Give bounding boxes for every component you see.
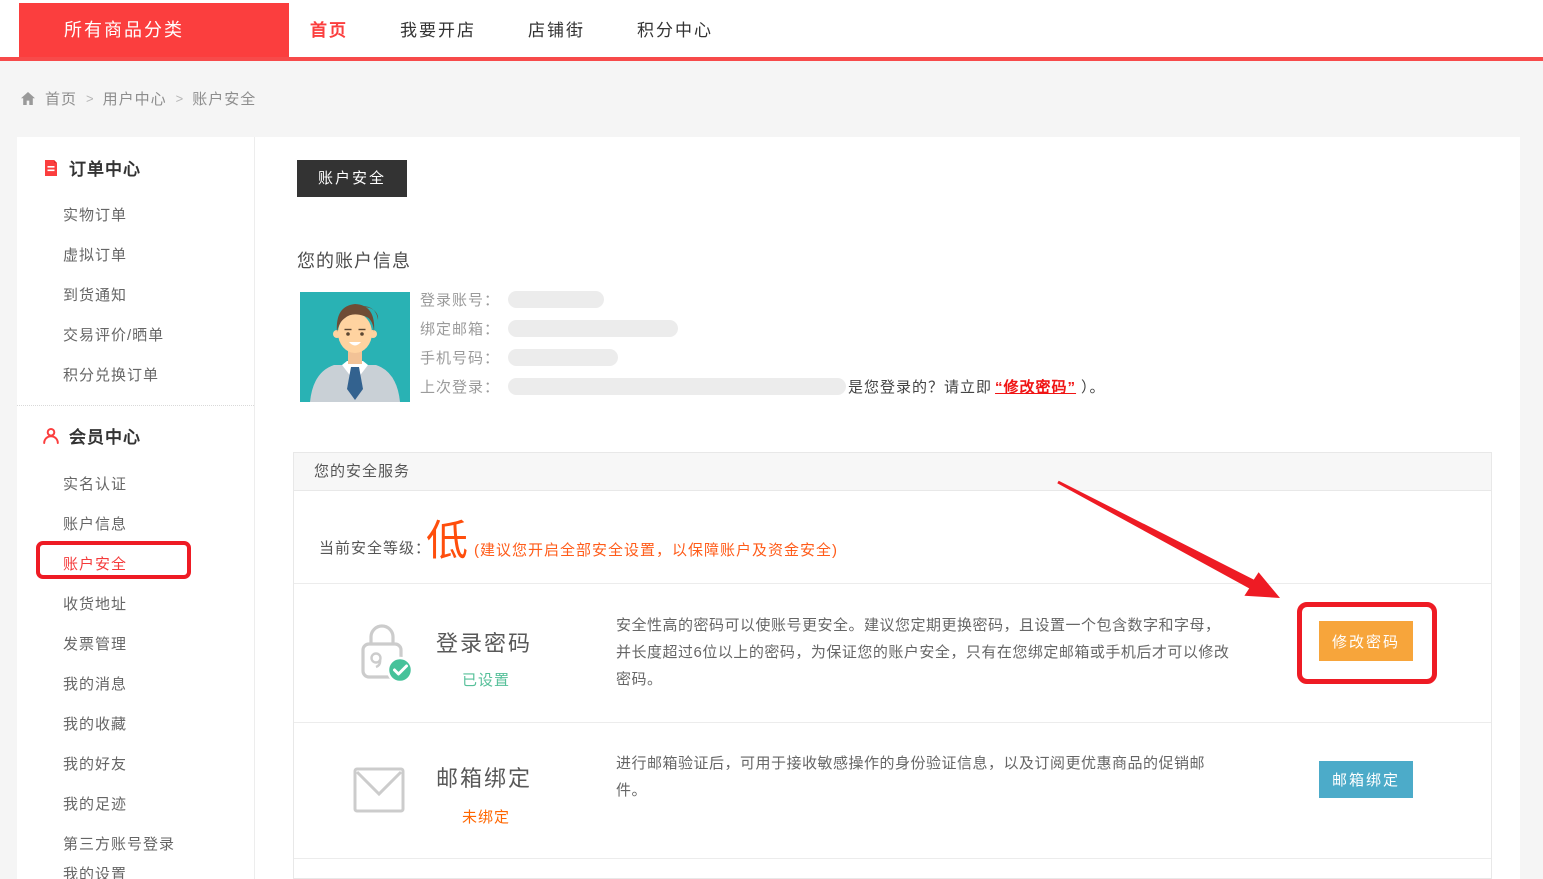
order-document-icon bbox=[42, 159, 60, 177]
sidebar-item-account-security[interactable]: 账户安全 bbox=[63, 553, 127, 574]
account-info-heading: 您的账户信息 bbox=[297, 247, 411, 273]
sidebar-item-account-info[interactable]: 账户信息 bbox=[63, 513, 127, 534]
all-categories-button[interactable]: 所有商品分类 bbox=[19, 3, 289, 57]
sidebar: 订单中心 实物订单 虚拟订单 到货通知 交易评价/晒单 积分兑换订单 会员中心 … bbox=[17, 137, 255, 879]
sidebar-group-title: 会员中心 bbox=[69, 423, 141, 448]
last-login-note: 是您登录的？请立即 bbox=[848, 376, 992, 397]
security-level-note: (建议您开启全部安全设置，以保障账户及资金安全) bbox=[474, 539, 838, 560]
breadcrumb-user-center[interactable]: 用户中心 bbox=[103, 88, 167, 109]
breadcrumb-home[interactable]: 首页 bbox=[45, 88, 77, 109]
main-nav: 首页 我要开店 店铺街 积分中心 bbox=[310, 0, 713, 57]
sidebar-item-arrival-notice[interactable]: 到货通知 bbox=[63, 284, 127, 305]
sidebar-item-my-friends[interactable]: 我的好友 bbox=[63, 753, 127, 774]
field-label: 手机号码： bbox=[420, 347, 500, 368]
breadcrumb-separator: > bbox=[86, 91, 94, 106]
field-last-login: 上次登录： 是您登录的？请立即 “修改密码” ）。 bbox=[420, 377, 1106, 395]
email-binding-description: 进行邮箱验证后，可用于接收敏感操作的身份验证信息，以及订阅更优惠商品的促销邮件。 bbox=[616, 750, 1234, 804]
field-mobile-number: 手机号码： bbox=[420, 348, 1106, 366]
masked-value bbox=[508, 320, 678, 337]
top-navbar: 所有商品分类 首页 我要开店 店铺街 积分中心 bbox=[0, 0, 1543, 61]
field-label: 绑定邮箱： bbox=[420, 318, 500, 339]
sidebar-group-order-center: 订单中心 bbox=[42, 155, 141, 180]
sidebar-item-cutoff[interactable]: 我的设置 bbox=[63, 863, 127, 879]
change-password-link[interactable]: “修改密码” bbox=[995, 376, 1076, 397]
sidebar-item-shipping-address[interactable]: 收货地址 bbox=[63, 593, 127, 614]
sidebar-item-physical-orders[interactable]: 实物订单 bbox=[63, 204, 127, 225]
member-person-icon bbox=[42, 427, 60, 445]
login-password-row: 登录密码 已设置 安全性高的密码可以使账号更安全。建议您定期更换密码，且设置一个… bbox=[294, 584, 1491, 723]
masked-value bbox=[508, 291, 604, 308]
sidebar-item-virtual-orders[interactable]: 虚拟订单 bbox=[63, 244, 127, 265]
sidebar-item-invoice-mgmt[interactable]: 发票管理 bbox=[63, 633, 127, 654]
breadcrumb-account-security[interactable]: 账户安全 bbox=[192, 88, 256, 109]
email-binding-title: 邮箱绑定 bbox=[436, 761, 536, 793]
house-icon bbox=[20, 91, 36, 106]
avatar bbox=[300, 292, 410, 402]
nav-points-center[interactable]: 积分中心 bbox=[637, 16, 713, 41]
sidebar-item-realname-auth[interactable]: 实名认证 bbox=[63, 473, 127, 494]
security-level-label: 当前安全等级： bbox=[319, 537, 431, 558]
sidebar-group-title: 订单中心 bbox=[69, 155, 141, 180]
security-level-value: 低 bbox=[426, 507, 468, 568]
sidebar-group-member-center: 会员中心 bbox=[42, 423, 141, 448]
change-password-button[interactable]: 修改密码 bbox=[1319, 621, 1413, 661]
lock-check-icon bbox=[356, 617, 416, 692]
sidebar-item-thirdparty-login[interactable]: 第三方账号登录 bbox=[63, 833, 175, 854]
masked-value bbox=[508, 378, 846, 395]
sidebar-item-my-favorites[interactable]: 我的收藏 bbox=[63, 713, 127, 734]
field-label: 上次登录： bbox=[420, 376, 500, 397]
account-security-page: 所有商品分类 首页 我要开店 店铺街 积分中心 首页 > 用户中心 > 账户安全… bbox=[0, 0, 1543, 879]
last-login-note-suffix: ）。 bbox=[1081, 376, 1106, 397]
sidebar-item-my-footprints[interactable]: 我的足迹 bbox=[63, 793, 127, 814]
sidebar-item-my-messages[interactable]: 我的消息 bbox=[63, 673, 127, 694]
login-password-description: 安全性高的密码可以使账号更安全。建议您定期更换密码，且设置一个包含数字和字母，并… bbox=[616, 612, 1234, 693]
masked-value bbox=[508, 349, 618, 366]
page-tab-account-security: 账户安全 bbox=[297, 160, 407, 197]
sidebar-item-review-share[interactable]: 交易评价/晒单 bbox=[63, 324, 164, 345]
content-wrapper: 订单中心 实物订单 虚拟订单 到货通知 交易评价/晒单 积分兑换订单 会员中心 … bbox=[17, 137, 1520, 879]
email-binding-button[interactable]: 邮箱绑定 bbox=[1319, 761, 1413, 798]
field-label: 登录账号： bbox=[420, 289, 500, 310]
nav-open-shop[interactable]: 我要开店 bbox=[400, 16, 476, 41]
security-level-row: 当前安全等级： 低 (建议您开启全部安全设置，以保障账户及资金安全) bbox=[294, 491, 1491, 584]
breadcrumb: 首页 > 用户中心 > 账户安全 bbox=[20, 88, 256, 109]
breadcrumb-separator: > bbox=[176, 91, 184, 106]
security-panel-header: 您的安全服务 bbox=[294, 453, 1491, 491]
security-services-panel: 您的安全服务 当前安全等级： 低 (建议您开启全部安全设置，以保障账户及资金安全… bbox=[293, 452, 1492, 879]
sidebar-divider bbox=[17, 405, 254, 406]
scrollbar-track[interactable] bbox=[1520, 61, 1543, 879]
login-password-title: 登录密码 bbox=[436, 626, 536, 658]
nav-shop-street[interactable]: 店铺街 bbox=[528, 16, 585, 41]
envelope-icon bbox=[353, 767, 405, 818]
nav-home[interactable]: 首页 bbox=[310, 16, 348, 41]
email-binding-row: 邮箱绑定 未绑定 进行邮箱验证后，可用于接收敏感操作的身份验证信息，以及订阅更优… bbox=[294, 723, 1491, 859]
field-bound-email: 绑定邮箱： bbox=[420, 319, 1106, 337]
field-login-account: 登录账号： bbox=[420, 290, 1106, 308]
account-info-fields: 登录账号： 绑定邮箱： 手机号码： 上次登录： 是您登录的？请立即 “修改密码”… bbox=[420, 290, 1106, 395]
email-binding-status: 未绑定 bbox=[436, 806, 536, 827]
login-password-status: 已设置 bbox=[436, 669, 536, 690]
sidebar-item-points-orders[interactable]: 积分兑换订单 bbox=[63, 364, 159, 385]
